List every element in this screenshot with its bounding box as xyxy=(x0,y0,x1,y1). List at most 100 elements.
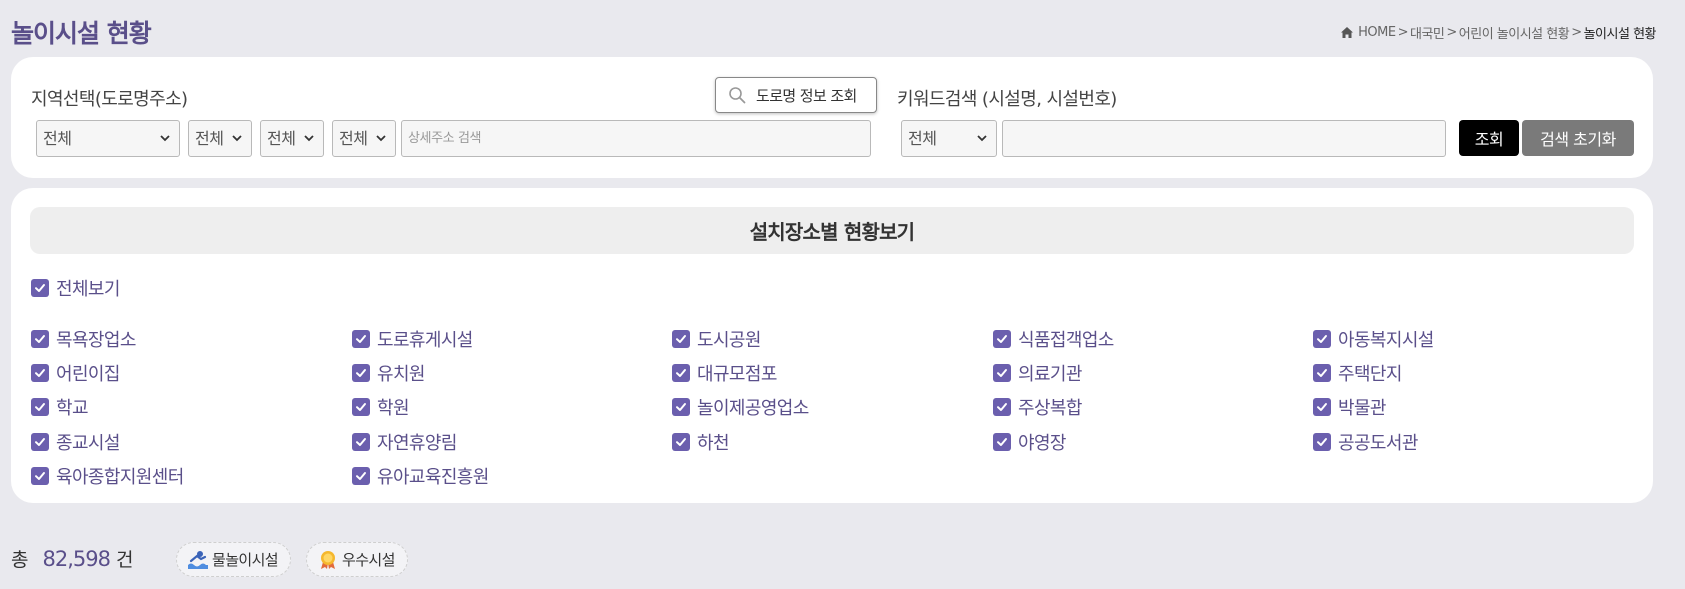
location-option-checkbox[interactable]: 도시공원 xyxy=(672,326,761,352)
check-icon xyxy=(676,335,686,343)
excellent-facility-legend[interactable]: 우수시설 xyxy=(306,542,408,577)
location-option-label: 학교 xyxy=(56,398,89,419)
checkbox-checked[interactable] xyxy=(31,398,49,416)
checkbox-checked[interactable] xyxy=(1313,364,1331,382)
location-option-label: 유치원 xyxy=(377,364,425,385)
checkbox-checked[interactable] xyxy=(1313,398,1331,416)
region-select-sigungu[interactable]: 전체 xyxy=(188,120,252,157)
checkbox-checked[interactable] xyxy=(993,398,1011,416)
chevron-down-icon xyxy=(977,135,987,142)
location-option-checkbox[interactable]: 아동복지시설 xyxy=(1313,326,1434,352)
chevron-down-icon xyxy=(304,135,314,142)
location-option-checkbox[interactable]: 주상복합 xyxy=(993,394,1082,420)
location-option-checkbox[interactable]: 유치원 xyxy=(352,360,425,386)
page-title: 놀이시설 현황 xyxy=(11,19,152,48)
region-select-road[interactable]: 전체 xyxy=(260,120,324,157)
checkbox-checked[interactable] xyxy=(352,330,370,348)
location-option-checkbox[interactable]: 자연휴양림 xyxy=(352,429,457,455)
location-option-checkbox[interactable]: 학원 xyxy=(352,394,410,420)
location-option-label: 어린이집 xyxy=(56,364,120,385)
keyword-input[interactable] xyxy=(1002,120,1446,157)
water-play-label: 물놀이시설 xyxy=(212,551,279,569)
water-play-icon xyxy=(188,550,208,569)
region-select-sigungu-value: 전체 xyxy=(195,129,224,148)
checkbox-checked[interactable] xyxy=(352,467,370,485)
road-address-lookup-label: 도로명 정보 조회 xyxy=(756,86,857,105)
location-option-checkbox[interactable]: 하천 xyxy=(672,429,730,455)
detail-address-input[interactable]: 상세주소 검색 xyxy=(401,120,871,157)
checkbox-checked[interactable] xyxy=(352,364,370,382)
checkbox-checked[interactable] xyxy=(672,330,690,348)
checkbox-checked[interactable] xyxy=(993,330,1011,348)
checkbox-checked[interactable] xyxy=(993,433,1011,451)
check-icon xyxy=(1317,369,1327,377)
checkbox-checked[interactable] xyxy=(31,467,49,485)
location-option-label: 야영장 xyxy=(1018,433,1066,454)
location-option-label: 박물관 xyxy=(1338,398,1386,419)
checkbox-checked[interactable] xyxy=(672,433,690,451)
region-select-building[interactable]: 전체 xyxy=(332,120,396,157)
location-option-checkbox[interactable]: 주택단지 xyxy=(1313,360,1402,386)
check-icon xyxy=(35,438,45,446)
location-option-label: 놀이제공영업소 xyxy=(697,398,809,419)
select-all-checkbox[interactable]: 전체보기 xyxy=(31,275,120,301)
chevron-down-icon xyxy=(160,135,170,142)
location-option-checkbox[interactable]: 학교 xyxy=(31,394,89,420)
location-option-checkbox[interactable]: 유아교육진흥원 xyxy=(352,463,489,489)
reset-search-button[interactable]: 검색 초기화 xyxy=(1522,120,1634,156)
water-play-legend[interactable]: 물놀이시설 xyxy=(176,542,292,577)
check-icon xyxy=(35,403,45,411)
location-option-checkbox[interactable]: 박물관 xyxy=(1313,394,1386,420)
total-unit: 건 xyxy=(115,549,134,571)
breadcrumb-public[interactable]: 대국민 xyxy=(1410,23,1445,42)
check-icon xyxy=(35,369,45,377)
check-icon xyxy=(356,472,366,480)
location-option-checkbox[interactable]: 의료기관 xyxy=(993,360,1082,386)
location-option-checkbox[interactable]: 놀이제공영업소 xyxy=(672,394,809,420)
location-option-checkbox[interactable]: 공공도서관 xyxy=(1313,429,1418,455)
check-icon xyxy=(997,403,1007,411)
location-option-label: 자연휴양림 xyxy=(377,433,457,454)
location-option-checkbox[interactable]: 종교시설 xyxy=(31,429,120,455)
checkbox-checked[interactable] xyxy=(1313,330,1331,348)
location-option-checkbox[interactable]: 목욕장업소 xyxy=(31,326,136,352)
location-option-label: 아동복지시설 xyxy=(1338,330,1434,351)
location-option-checkbox[interactable]: 육아종합지원센터 xyxy=(31,463,184,489)
chevron-down-icon xyxy=(376,135,386,142)
location-option-label: 하천 xyxy=(697,433,730,454)
checkbox-checked[interactable] xyxy=(672,364,690,382)
check-icon xyxy=(997,335,1007,343)
checkbox-checked[interactable] xyxy=(993,364,1011,382)
location-option-checkbox[interactable]: 대규모점포 xyxy=(672,360,777,386)
location-option-label: 주상복합 xyxy=(1018,398,1082,419)
breadcrumb: HOME > 대국민 > 어린이 놀이시설 현황 > 놀이시설 현황 xyxy=(1340,23,1657,42)
region-select-sido[interactable]: 전체 xyxy=(36,120,180,157)
checkbox-checked[interactable] xyxy=(31,364,49,382)
checkbox-checked[interactable] xyxy=(1313,433,1331,451)
checkbox-checked[interactable] xyxy=(672,398,690,416)
location-option-label: 도로휴게시설 xyxy=(377,330,473,351)
breadcrumb-playground-status[interactable]: 어린이 놀이시설 현황 xyxy=(1459,23,1570,42)
check-icon xyxy=(356,335,366,343)
breadcrumb-home[interactable]: HOME xyxy=(1358,25,1396,40)
checkbox-checked[interactable] xyxy=(352,398,370,416)
result-summary: 총 82,598 건 xyxy=(11,545,133,572)
road-address-lookup-button[interactable]: 도로명 정보 조회 xyxy=(715,77,877,113)
home-icon[interactable] xyxy=(1340,26,1354,39)
keyword-type-select[interactable]: 전체 xyxy=(901,120,997,157)
check-icon xyxy=(676,403,686,411)
checkbox-checked[interactable] xyxy=(31,279,49,297)
excellent-facility-label: 우수시설 xyxy=(342,551,395,569)
location-option-checkbox[interactable]: 야영장 xyxy=(993,429,1066,455)
location-option-label: 의료기관 xyxy=(1018,364,1082,385)
region-select-sido-value: 전체 xyxy=(43,129,72,148)
checkbox-checked[interactable] xyxy=(31,433,49,451)
location-option-checkbox[interactable]: 어린이집 xyxy=(31,360,120,386)
check-icon xyxy=(35,472,45,480)
search-button[interactable]: 조회 xyxy=(1459,120,1519,156)
checkbox-checked[interactable] xyxy=(31,330,49,348)
search-icon xyxy=(729,87,746,104)
location-option-checkbox[interactable]: 식품접객업소 xyxy=(993,326,1114,352)
location-option-checkbox[interactable]: 도로휴게시설 xyxy=(352,326,473,352)
checkbox-checked[interactable] xyxy=(352,433,370,451)
